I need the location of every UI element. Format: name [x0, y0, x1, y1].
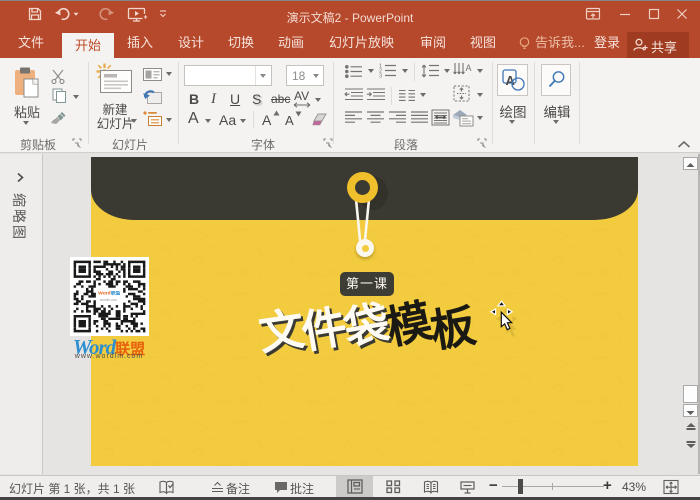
svg-text:A: A [466, 63, 472, 73]
svg-text:3: 3 [379, 74, 382, 78]
svg-text:A: A [506, 73, 516, 88]
